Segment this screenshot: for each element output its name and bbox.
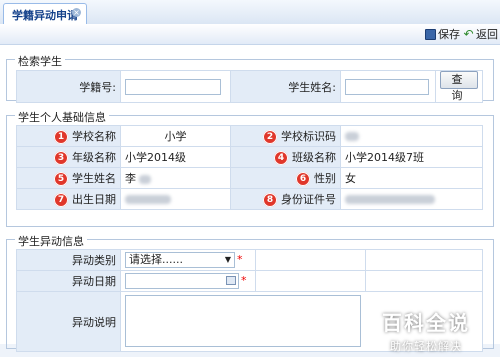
tab-bar: 学籍异动申请 × — [0, 0, 500, 25]
watermark-title: 百科全说 — [382, 311, 470, 335]
search-legend: 检索学生 — [15, 53, 65, 69]
marker-badge: 4 — [274, 151, 288, 165]
school-name-label: 学校名称 — [72, 130, 116, 143]
change-type-value: 请选择...... — [129, 253, 183, 266]
change-type-label: 异动类别 — [16, 249, 121, 271]
gender-label: 性别 — [314, 172, 336, 185]
required-mark: * — [241, 274, 247, 287]
marker-badge: 1 — [54, 130, 68, 144]
change-desc-label: 异动说明 — [16, 291, 121, 352]
basic-info-legend: 学生个人基础信息 — [15, 109, 109, 125]
form-content: 检索学生 学籍号: 学生姓名: 查 询 学生个人基础信息 1 学校名称 小学 2… — [0, 45, 500, 353]
watermark-subtitle: 助你轻松解决 — [390, 340, 462, 353]
required-mark: * — [237, 253, 243, 266]
birth-date-value — [120, 188, 231, 210]
school-name-value: 小学 — [120, 125, 231, 147]
search-table: 学籍号: 学生姓名: 查 询 — [16, 70, 483, 103]
save-label: 保存 — [438, 28, 460, 41]
id-number-value — [340, 188, 483, 210]
student-name-value: 李 — [125, 172, 136, 185]
search-section: 检索学生 学籍号: 学生姓名: 查 询 — [6, 53, 494, 103]
table-row: 3 年级名称 小学2014级 4 班级名称 小学2014级7班 — [16, 146, 483, 168]
table-row: 异动日期 * — [16, 270, 483, 292]
save-icon — [425, 28, 436, 40]
change-desc-textarea[interactable] — [125, 295, 361, 347]
back-label: 返回 — [476, 28, 498, 41]
table-row: 7 出生日期 8 身份证件号 — [16, 188, 483, 210]
id-number-label: 身份证件号 — [281, 193, 336, 206]
watermark-logo: 百科全说 助你轻松解决 — [352, 307, 500, 357]
student-id-label: 学籍号: — [16, 70, 121, 103]
student-id-input[interactable] — [125, 78, 221, 95]
student-name-field-label: 学生姓名 — [72, 172, 116, 185]
change-info-legend: 学生异动信息 — [15, 233, 87, 249]
close-icon[interactable]: × — [72, 8, 81, 17]
marker-badge: 3 — [54, 151, 68, 165]
query-button[interactable]: 查 询 — [440, 71, 478, 102]
table-row: 异动类别 请选择...... ▼ * — [16, 249, 483, 271]
table-row: 1 学校名称 小学 2 学校标识码 — [16, 125, 483, 147]
class-name-value: 小学2014级7班 — [340, 146, 483, 168]
basic-info-section: 学生个人基础信息 1 学校名称 小学 2 学校标识码 3 年级名称 小学2014级 4… — [6, 109, 494, 227]
student-name-label: 学生姓名: — [230, 70, 341, 103]
change-type-select[interactable]: 请选择...... ▼ — [125, 252, 235, 268]
marker-badge: 2 — [263, 130, 277, 144]
calendar-icon[interactable] — [226, 276, 236, 285]
change-date-label: 异动日期 — [16, 270, 121, 292]
marker-badge: 7 — [54, 193, 68, 207]
school-code-label: 学校标识码 — [281, 130, 336, 143]
toolbar: 保存 ↶ 返回 — [0, 24, 500, 45]
school-code-value — [340, 125, 483, 147]
marker-badge: 5 — [54, 172, 68, 186]
basic-info-table: 1 学校名称 小学 2 学校标识码 3 年级名称 小学2014级 4 班级名称 小学20… — [16, 125, 483, 210]
marker-badge: 8 — [263, 193, 277, 207]
save-button[interactable]: 保存 — [425, 27, 460, 41]
tab-label: 学籍异动申请 — [12, 9, 78, 22]
grade-name-label: 年级名称 — [72, 151, 116, 164]
tab-student-change[interactable]: 学籍异动申请 × — [3, 3, 87, 24]
change-date-input[interactable] — [125, 273, 239, 289]
gender-value: 女 — [340, 167, 483, 189]
marker-badge: 6 — [296, 172, 310, 186]
birth-date-label: 出生日期 — [72, 193, 116, 206]
back-arrow-icon: ↶ — [463, 26, 474, 41]
grade-name-value: 小学2014级 — [120, 146, 231, 168]
chevron-down-icon: ▼ — [224, 255, 231, 264]
table-row: 5 学生姓名 李 6 性别 女 — [16, 167, 483, 189]
class-name-label: 班级名称 — [292, 151, 336, 164]
student-name-input[interactable] — [345, 78, 429, 95]
back-button[interactable]: ↶ 返回 — [463, 26, 498, 42]
